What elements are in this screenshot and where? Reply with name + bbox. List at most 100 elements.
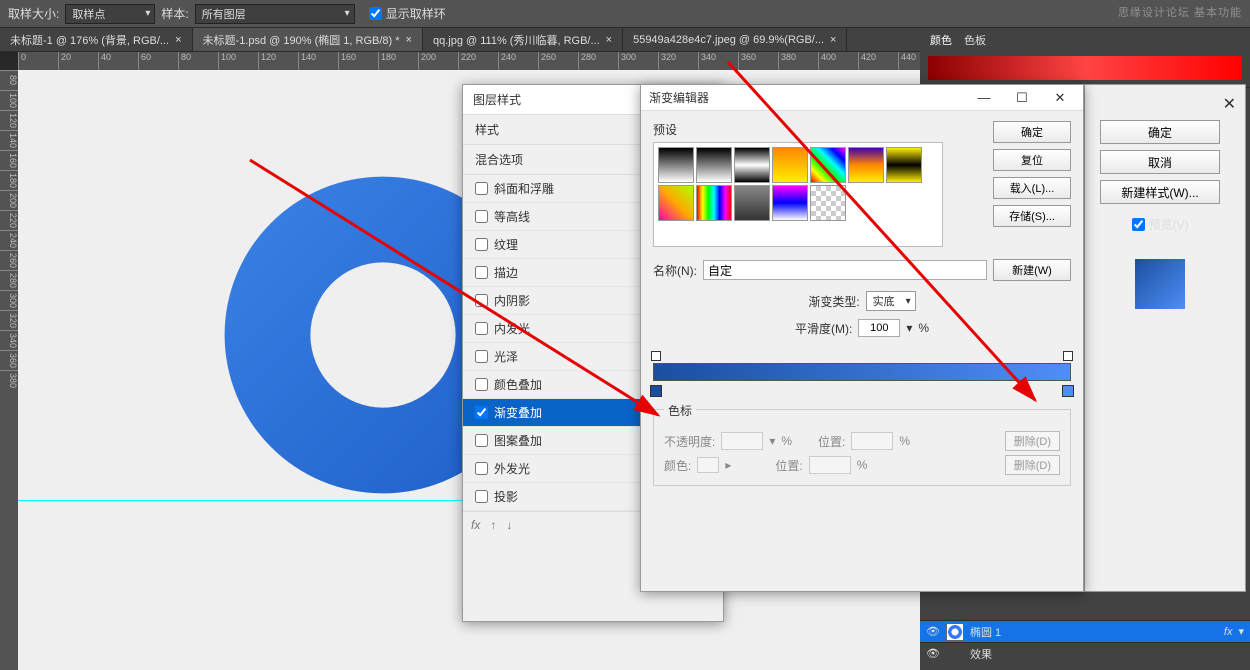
style-label: 描边 bbox=[494, 264, 518, 281]
preset-swatch[interactable] bbox=[772, 185, 808, 221]
type-label: 渐变类型: bbox=[808, 293, 859, 310]
load-button[interactable]: 载入(L)... bbox=[993, 177, 1071, 199]
smoothness-dropdown-icon[interactable]: ▾ bbox=[906, 321, 912, 335]
close-icon[interactable]: × bbox=[406, 34, 412, 46]
swatches-tab[interactable]: 色板 bbox=[964, 32, 986, 48]
style-checkbox[interactable] bbox=[475, 266, 488, 279]
delete-button: 删除(D) bbox=[1005, 431, 1060, 451]
gradient-preview-bar[interactable] bbox=[653, 363, 1071, 381]
style-checkbox[interactable] bbox=[475, 182, 488, 195]
tab-doc-4[interactable]: 55949a428e4c7.jpeg @ 69.9%(RGB/...× bbox=[623, 28, 847, 51]
ok-button[interactable]: 确定 bbox=[993, 121, 1071, 143]
layer-name: 椭圆 1 bbox=[970, 624, 1001, 640]
style-checkbox[interactable] bbox=[475, 238, 488, 251]
arrow-down-icon[interactable]: ↓ bbox=[506, 518, 512, 532]
style-checkbox[interactable] bbox=[475, 434, 488, 447]
style-checkbox[interactable] bbox=[475, 210, 488, 223]
style-checkbox[interactable] bbox=[475, 378, 488, 391]
close-icon[interactable]: ✕ bbox=[1045, 90, 1075, 106]
layer-ellipse[interactable]: 👁 椭圆 1 fx ▾ bbox=[920, 620, 1250, 642]
sample-size-label: 取样大小: bbox=[8, 5, 59, 22]
style-checkbox[interactable] bbox=[475, 350, 488, 363]
color-tab[interactable]: 颜色 bbox=[930, 32, 952, 48]
effects-label: 效果 bbox=[970, 646, 992, 662]
preset-swatch[interactable] bbox=[696, 147, 732, 183]
fx-indicator[interactable]: fx bbox=[1224, 626, 1233, 638]
ruler-vertical[interactable]: 8010012014016018020022024026028030032034… bbox=[0, 70, 18, 670]
arrow-up-icon[interactable]: ↑ bbox=[490, 518, 496, 532]
color-swatch bbox=[697, 457, 719, 473]
new-button[interactable]: 新建(W) bbox=[993, 259, 1071, 281]
close-icon[interactable]: × bbox=[830, 34, 836, 46]
smoothness-label: 平滑度(M): bbox=[795, 320, 852, 337]
visibility-icon[interactable]: 👁 bbox=[926, 625, 940, 638]
style-label: 纹理 bbox=[494, 236, 518, 253]
layer-style-buttons: 确定 取消 新建样式(W)... 预览(V) bbox=[1100, 120, 1220, 309]
ruler-horizontal[interactable]: 0204060801001201401601802002202402602803… bbox=[18, 52, 920, 70]
maximize-icon[interactable]: ☐ bbox=[1007, 90, 1037, 106]
style-label: 投影 bbox=[494, 488, 518, 505]
style-checkbox[interactable] bbox=[475, 490, 488, 503]
preview-checkbox[interactable] bbox=[1132, 218, 1145, 231]
show-ring-checkbox[interactable] bbox=[369, 7, 382, 20]
close-icon[interactable]: × bbox=[606, 34, 612, 46]
gradient-type-dropdown[interactable]: 实底 bbox=[866, 291, 916, 311]
preview-swatch bbox=[1135, 259, 1185, 309]
new-style-button[interactable]: 新建样式(W)... bbox=[1100, 180, 1220, 204]
fx-icon[interactable]: fx bbox=[471, 518, 480, 532]
opacity-stop-right[interactable] bbox=[1063, 351, 1073, 361]
color-stop-left[interactable] bbox=[650, 385, 662, 397]
preset-swatch[interactable] bbox=[848, 147, 884, 183]
layer-effects[interactable]: 👁 效果 bbox=[920, 642, 1250, 664]
name-label: 名称(N): bbox=[653, 262, 697, 279]
gradient-editor-dialog: 渐变编辑器 — ☐ ✕ 确定 复位 载入(L)... 存储(S)... 预设 ⚙ bbox=[640, 84, 1084, 592]
stops-group: 色标 不透明度: ▾ % 位置: % 删除(D) 颜色: ▸ 位置: % 删除(… bbox=[653, 409, 1071, 486]
close-icon[interactable]: × bbox=[175, 34, 181, 46]
chevron-down-icon[interactable]: ▾ bbox=[1238, 625, 1244, 638]
cancel-button[interactable]: 取消 bbox=[1100, 150, 1220, 174]
gradient-name-input[interactable] bbox=[703, 260, 987, 280]
save-button[interactable]: 存储(S)... bbox=[993, 205, 1071, 227]
stops-title: 色标 bbox=[664, 402, 696, 419]
preset-swatch[interactable] bbox=[810, 185, 846, 221]
preset-swatch[interactable] bbox=[658, 147, 694, 183]
smoothness-input[interactable] bbox=[858, 319, 900, 337]
dropdown-icon: ▾ bbox=[769, 434, 775, 448]
opacity-input bbox=[721, 432, 763, 450]
tab-doc-3[interactable]: qq.jpg @ 111% (秀川临暮, RGB/...× bbox=[423, 28, 623, 51]
style-label: 颜色叠加 bbox=[494, 376, 542, 393]
tab-doc-1[interactable]: 未标题-1 @ 176% (背景, RGB/...× bbox=[0, 28, 193, 51]
close-icon[interactable]: ✕ bbox=[1223, 94, 1236, 114]
style-label: 光泽 bbox=[494, 348, 518, 365]
preset-swatch[interactable] bbox=[734, 185, 770, 221]
style-checkbox[interactable] bbox=[475, 294, 488, 307]
color-stop-right[interactable] bbox=[1062, 385, 1074, 397]
style-checkbox[interactable] bbox=[475, 322, 488, 335]
layers-panel: 👁 椭圆 1 fx ▾ 👁 效果 bbox=[920, 620, 1250, 670]
tab-doc-2[interactable]: 未标题-1.psd @ 190% (椭圆 1, RGB/8) *× bbox=[193, 28, 423, 51]
preset-swatch[interactable] bbox=[658, 185, 694, 221]
reset-button[interactable]: 复位 bbox=[993, 149, 1071, 171]
preset-swatch[interactable] bbox=[696, 185, 732, 221]
position-label: 位置: bbox=[818, 433, 845, 450]
sample-dropdown[interactable]: 所有图层 bbox=[195, 4, 355, 24]
sample-size-dropdown[interactable]: 取样点 bbox=[65, 4, 155, 24]
preset-swatch[interactable] bbox=[772, 147, 808, 183]
opacity-stop-left[interactable] bbox=[651, 351, 661, 361]
color-slider[interactable] bbox=[928, 56, 1242, 80]
gradient-bar[interactable] bbox=[653, 351, 1071, 401]
minimize-icon[interactable]: — bbox=[969, 90, 999, 105]
layer-thumb[interactable] bbox=[946, 623, 964, 641]
visibility-icon[interactable]: 👁 bbox=[926, 647, 940, 660]
style-checkbox[interactable] bbox=[475, 406, 488, 419]
preset-swatch[interactable] bbox=[810, 147, 846, 183]
preset-swatch[interactable] bbox=[886, 147, 922, 183]
show-ring-label: 显示取样环 bbox=[386, 5, 446, 22]
preview-label: 预览(V) bbox=[1149, 216, 1189, 233]
style-label: 斜面和浮雕 bbox=[494, 180, 554, 197]
style-checkbox[interactable] bbox=[475, 462, 488, 475]
percent-label: % bbox=[918, 321, 929, 335]
opacity-label: 不透明度: bbox=[664, 433, 715, 450]
ok-button[interactable]: 确定 bbox=[1100, 120, 1220, 144]
preset-swatch[interactable] bbox=[734, 147, 770, 183]
